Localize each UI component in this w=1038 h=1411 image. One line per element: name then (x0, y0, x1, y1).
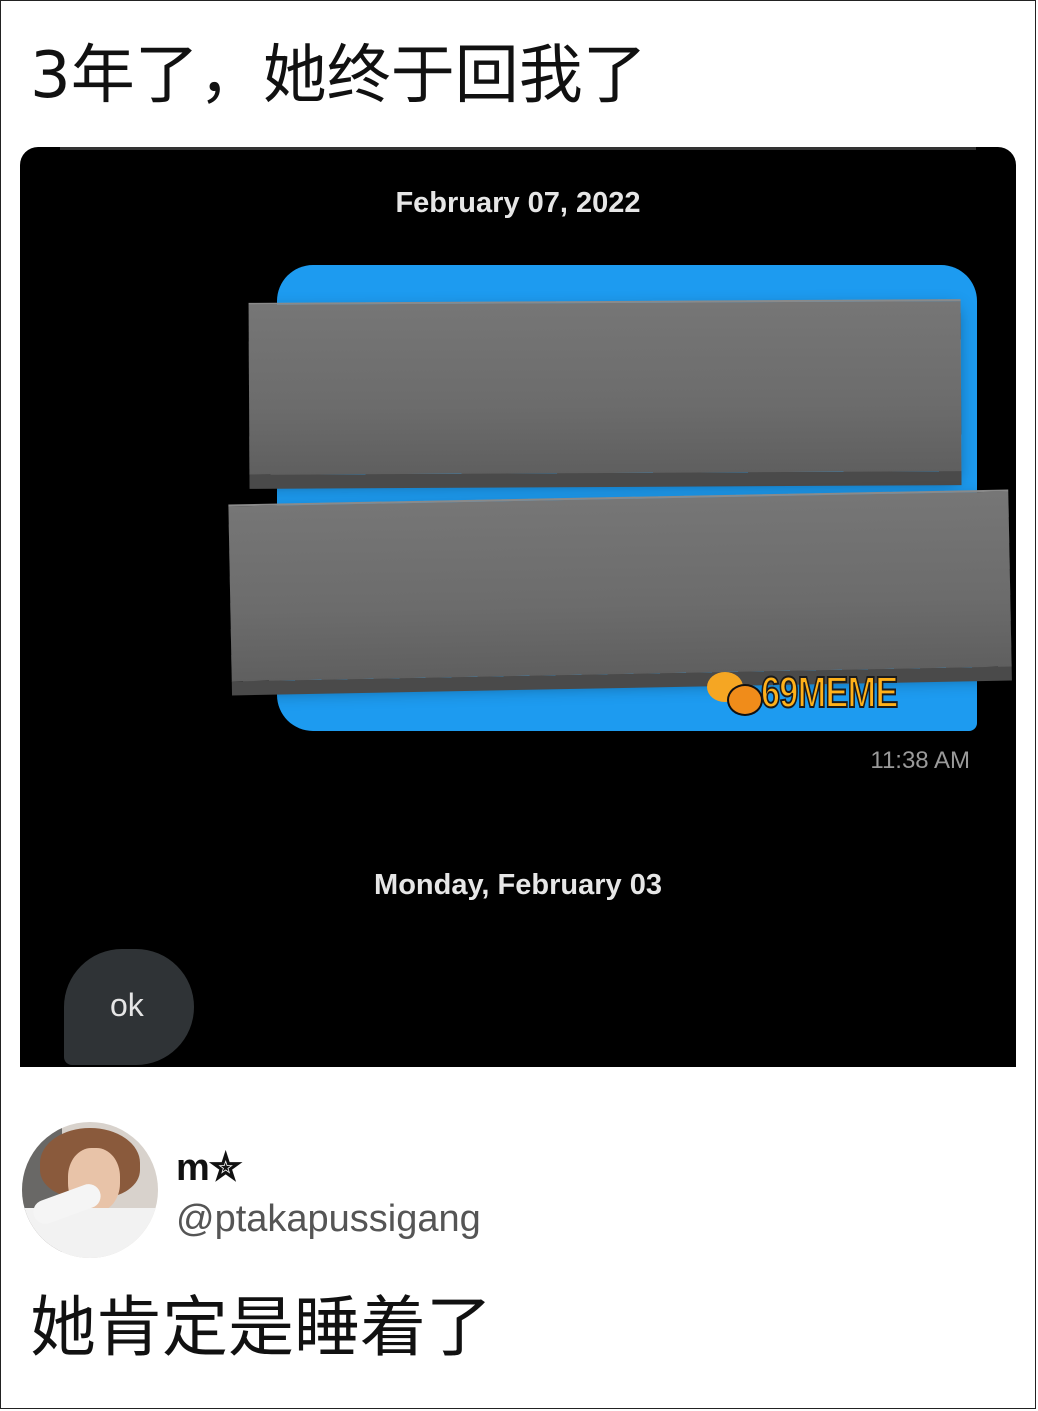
redaction-block-2 (228, 489, 1012, 682)
date-separator-1: February 07, 2022 (395, 187, 641, 219)
user-handle[interactable]: @ptakapussigang (176, 1198, 481, 1241)
watermark-text: 69MEME (760, 667, 899, 718)
message-timestamp: 11:38 AM (870, 747, 970, 774)
top-caption: 3年了，她终于回我了 (30, 39, 647, 113)
tweet-text: 她肯定是睡着了 (30, 1289, 492, 1366)
avatar[interactable] (22, 1122, 158, 1258)
date-separator-2: Monday, February 03 (374, 869, 662, 901)
top-divider (60, 147, 976, 150)
watermark: 69MEME (705, 667, 936, 718)
received-message-bubble[interactable]: ok (64, 949, 194, 1065)
chat-screenshot: February 07, 2022 69MEME 11:38 AM Monday… (20, 147, 1016, 1067)
wechat-icon (705, 670, 763, 716)
redaction-block-1 (248, 299, 962, 475)
received-message-text: ok (110, 987, 144, 1023)
user-display-name[interactable]: m✮ (176, 1145, 242, 1190)
